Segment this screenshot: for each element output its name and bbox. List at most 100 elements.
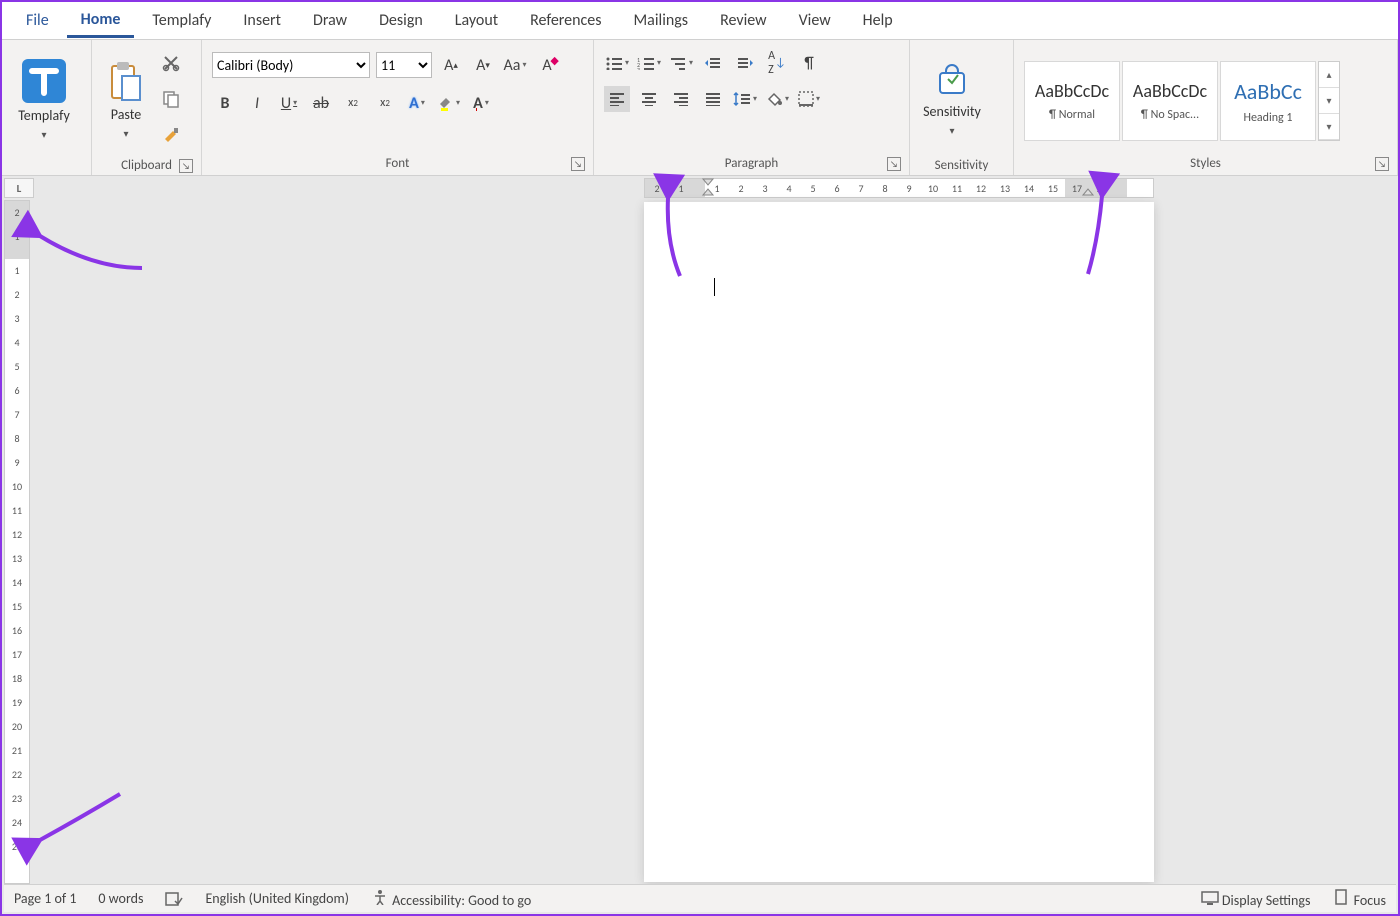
document-page[interactable] (644, 202, 1154, 882)
align-right-button[interactable] (668, 86, 694, 112)
highlight-button[interactable]: ▾ (436, 90, 462, 116)
bullets-button[interactable]: ▾ (604, 50, 630, 76)
subscript-button[interactable]: x2 (340, 90, 366, 116)
tab-mailings[interactable]: Mailings (620, 5, 703, 36)
align-center-button[interactable] (636, 86, 662, 112)
cut-button[interactable] (160, 50, 182, 76)
style-normal[interactable]: AaBbCcDc ¶ Normal (1024, 61, 1120, 141)
format-painter-button[interactable] (160, 122, 182, 148)
group-styles: AaBbCcDc ¶ Normal AaBbCcDc ¶ No Spac... … (1014, 40, 1398, 175)
superscript-button[interactable]: x2 (372, 90, 398, 116)
sort-button[interactable]: AZ↓ (764, 50, 790, 76)
styles-scroll[interactable]: ▴ ▾ ▾ (1318, 61, 1340, 141)
highlighter-icon (438, 94, 454, 108)
tab-view[interactable]: View (785, 5, 845, 36)
group-sensitivity: Sensitivity ▾ Sensitivity (910, 40, 1014, 175)
outdent-icon (704, 56, 722, 70)
justify-button[interactable] (700, 86, 726, 112)
down-icon[interactable]: ▾ (1319, 88, 1339, 114)
tab-file[interactable]: File (12, 5, 63, 36)
spellcheck-icon[interactable] (165, 890, 183, 908)
tab-layout[interactable]: Layout (441, 5, 512, 36)
status-focus[interactable]: Focus (1332, 888, 1386, 909)
tab-references[interactable]: References (516, 5, 615, 36)
font-color-button[interactable]: A▾ (468, 90, 494, 116)
dialog-launcher[interactable]: ↘ (887, 157, 901, 171)
copy-button[interactable] (160, 86, 182, 112)
tab-strip: File Home Templafy Insert Draw Design La… (2, 2, 1398, 40)
indent-marker-right[interactable] (1082, 178, 1094, 196)
status-bar: Page 1 of 1 0 words English (United King… (4, 884, 1396, 912)
vertical-ruler[interactable]: 21 1234567891011121314151617181920212223… (4, 200, 30, 884)
tab-design[interactable]: Design (365, 5, 437, 36)
shrink-font-button[interactable]: A▾ (470, 52, 496, 78)
display-icon (1201, 889, 1219, 907)
svg-text:3: 3 (637, 66, 640, 70)
align-right-icon (673, 92, 689, 106)
tab-home[interactable]: Home (67, 4, 135, 38)
numbering-button[interactable]: 123▾ (636, 50, 662, 76)
borders-button[interactable]: ▾ (796, 86, 822, 112)
status-words[interactable]: 0 words (98, 890, 143, 907)
multilevel-button[interactable]: ▾ (668, 50, 694, 76)
style-nospacing[interactable]: AaBbCcDc ¶ No Spac... (1122, 61, 1218, 141)
bucket-icon (765, 91, 783, 107)
strike-button[interactable]: ab (308, 90, 334, 116)
group-label: Paragraph↘ (600, 154, 903, 173)
group-label: Clipboard↘ (98, 156, 195, 175)
show-marks-button[interactable]: ¶ (796, 50, 822, 76)
templafy-button[interactable]: Templafy ▾ (8, 44, 80, 156)
chevron-down-icon: ▾ (949, 124, 954, 137)
clear-format-button[interactable]: A◆ (534, 52, 560, 78)
hruler-left-margin[interactable]: 21 (645, 179, 705, 197)
hruler-right-margin[interactable]: 1718 (1065, 179, 1127, 197)
sensitivity-button[interactable]: Sensitivity ▾ (916, 44, 988, 156)
tab-review[interactable]: Review (706, 5, 781, 36)
status-display-settings[interactable]: Display Settings (1201, 889, 1311, 909)
tab-draw[interactable]: Draw (299, 5, 361, 36)
line-spacing-button[interactable]: ▾ (732, 86, 758, 112)
decrease-indent-button[interactable] (700, 50, 726, 76)
indent-icon (736, 56, 754, 70)
ribbon: Templafy ▾ Paste ▾ Clipboard↘ Calibri (B… (2, 40, 1398, 176)
horizontal-ruler[interactable]: 21 123456789101112131415 1718 (644, 178, 1154, 198)
tab-help[interactable]: Help (849, 5, 907, 36)
tab-insert[interactable]: Insert (229, 5, 295, 36)
align-left-button[interactable] (604, 86, 630, 112)
bullets-icon (605, 56, 623, 70)
focus-icon (1332, 888, 1350, 906)
font-name-select[interactable]: Calibri (Body) (212, 52, 370, 78)
vruler-top-margin[interactable]: 21 (5, 201, 29, 259)
chevron-down-icon: ▾ (123, 127, 128, 140)
chevron-down-icon: ▾ (41, 128, 46, 141)
font-size-select[interactable]: 11 (376, 52, 432, 78)
indent-marker-left[interactable] (702, 178, 714, 196)
style-heading1[interactable]: AaBbCc Heading 1 (1220, 61, 1316, 141)
tab-templafy[interactable]: Templafy (138, 5, 225, 36)
sensitivity-label: Sensitivity (923, 103, 981, 120)
italic-button[interactable]: I (244, 90, 270, 116)
status-language[interactable]: English (United Kingdom) (205, 890, 349, 907)
change-case-button[interactable]: Aa▾ (502, 52, 528, 78)
align-left-icon (609, 92, 625, 106)
dialog-launcher[interactable]: ↘ (571, 157, 585, 171)
status-accessibility[interactable]: Accessibility: Good to go (371, 888, 531, 909)
bold-button[interactable]: B (212, 90, 238, 116)
more-icon[interactable]: ▾ (1319, 114, 1339, 140)
tab-selector[interactable]: L (4, 178, 34, 198)
style-preview: AaBbCcDc (1133, 80, 1207, 102)
text-cursor (714, 278, 715, 296)
up-icon[interactable]: ▴ (1319, 62, 1339, 88)
grow-font-button[interactable]: A▴ (438, 52, 464, 78)
shading-button[interactable]: ▾ (764, 86, 790, 112)
dialog-launcher[interactable]: ↘ (179, 159, 193, 173)
paste-button[interactable]: Paste ▾ (98, 44, 154, 156)
dialog-launcher[interactable]: ↘ (1375, 157, 1389, 171)
numbering-icon: 123 (637, 56, 655, 70)
annotation-arrow (32, 228, 152, 283)
status-page[interactable]: Page 1 of 1 (14, 890, 76, 907)
group-label: Sensitivity (916, 156, 1007, 175)
increase-indent-button[interactable] (732, 50, 758, 76)
underline-button[interactable]: U▾ (276, 90, 302, 116)
text-effects-button[interactable]: A▾ (404, 90, 430, 116)
